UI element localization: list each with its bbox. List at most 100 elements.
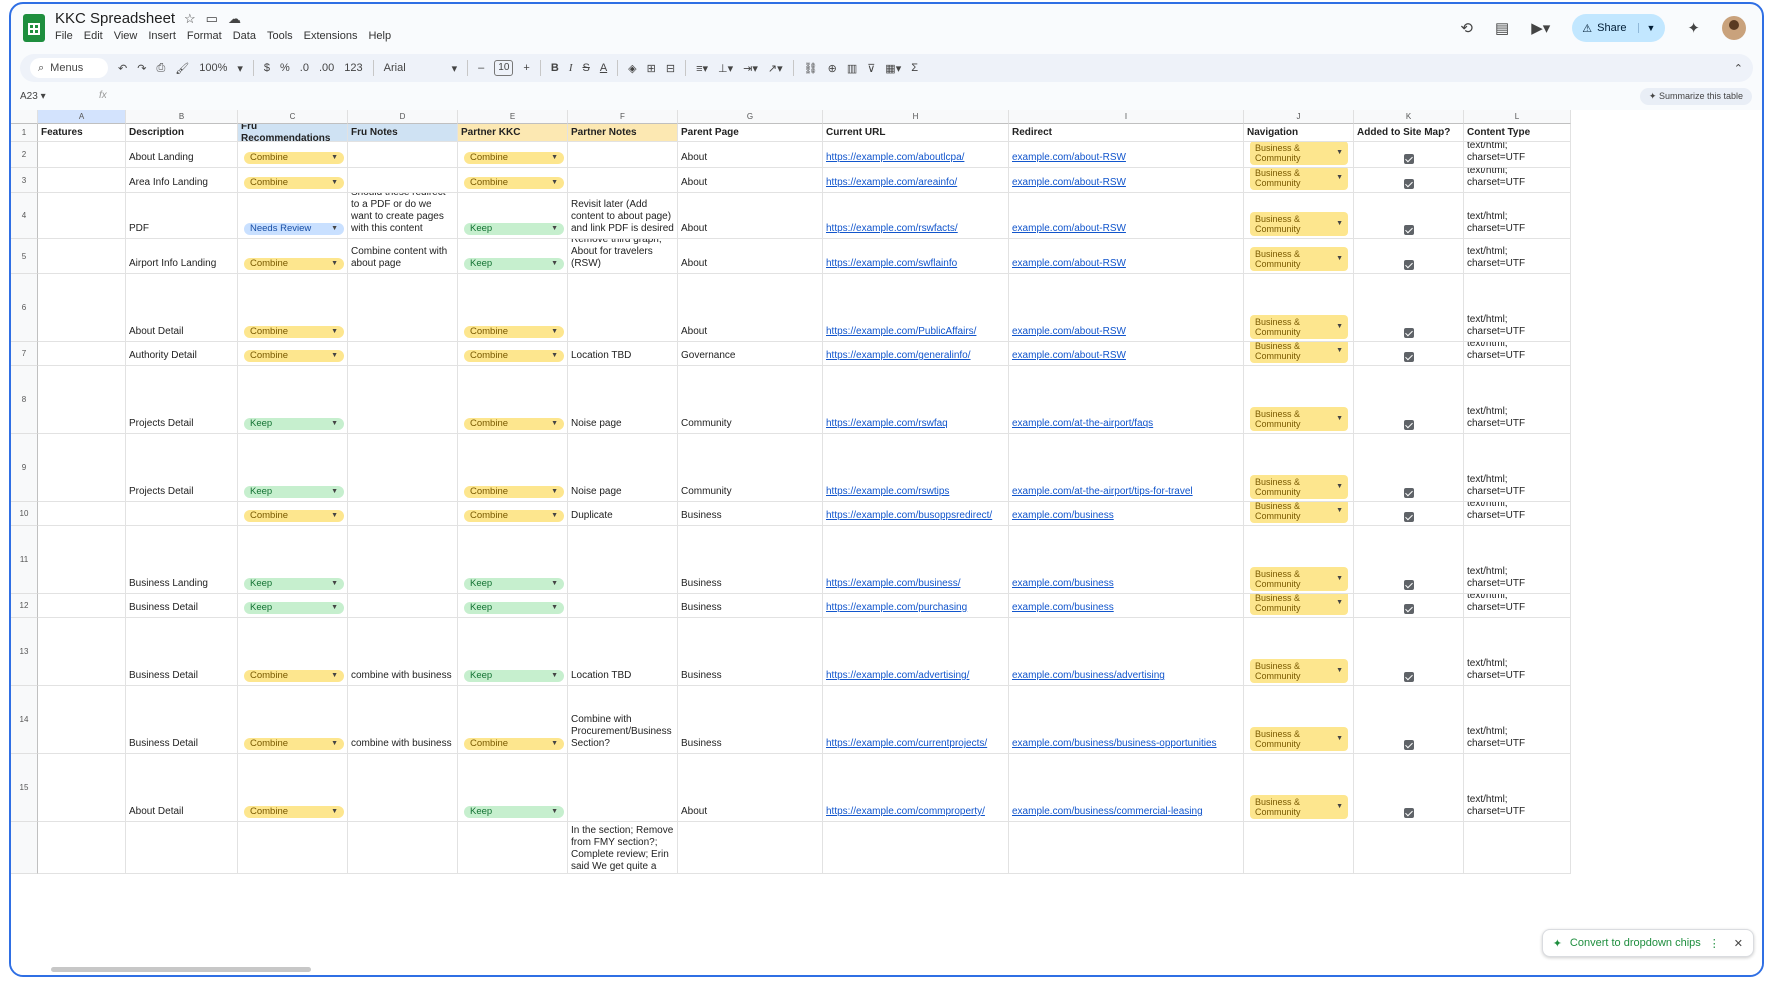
partner-kkc-chip[interactable]: Keep ▼ [464,670,564,682]
cell-b[interactable] [126,822,238,874]
navigation-chip[interactable]: Business & Community ▼ [1250,502,1348,523]
column-header-j[interactable]: J [1244,110,1354,124]
header-cell-h[interactable]: Current URL [823,124,1009,142]
current-url-link[interactable]: https://example.com/areainfo/ [826,177,957,189]
fru-recommendation-chip[interactable]: Combine ▼ [244,510,344,522]
chevron-down-icon[interactable]: ▼ [1336,482,1343,492]
cell-g[interactable]: Business [678,502,823,526]
navigation-chip[interactable]: Business & Community ▼ [1250,475,1348,499]
cell-b[interactable]: Airport Info Landing [126,239,238,274]
cell-h[interactable]: https://example.com/rswfaq [823,366,1009,434]
chevron-down-icon[interactable]: ▼ [1336,506,1343,516]
cell-k[interactable] [1354,754,1464,822]
column-header-g[interactable]: G [678,110,823,124]
cell-h[interactable]: https://example.com/currentprojects/ [823,686,1009,754]
row-header[interactable] [11,822,38,874]
cell-k[interactable] [1354,434,1464,502]
cell-k[interactable] [1354,193,1464,239]
bold-button[interactable]: B [551,62,559,74]
cell-a[interactable] [38,274,126,342]
cell-a[interactable] [38,526,126,594]
cell-g[interactable]: About [678,274,823,342]
current-url-link[interactable]: https://example.com/PublicAffairs/ [826,326,976,338]
fru-recommendation-chip[interactable]: Keep ▼ [244,578,344,590]
comment-icon[interactable]: ▤ [1495,19,1509,37]
partner-kkc-chip[interactable]: Combine ▼ [464,350,564,362]
cell-b[interactable]: Projects Detail [126,434,238,502]
cell-j[interactable]: Business & Community ▼ [1244,168,1354,193]
paint-format-icon[interactable]: 🖌 [175,62,189,75]
chevron-down-icon[interactable]: ▼ [551,326,558,338]
partner-kkc-chip[interactable]: Combine ▼ [464,152,564,164]
cloud-status-icon[interactable]: ☁ [228,11,251,26]
site-map-checkbox[interactable] [1403,154,1414,164]
fru-recommendation-chip[interactable]: Combine ▼ [244,326,344,338]
header-cell-b[interactable]: Description [126,124,238,142]
cell-k[interactable] [1354,686,1464,754]
cell-j[interactable]: Business & Community ▼ [1244,342,1354,366]
cell-f[interactable] [568,594,678,618]
cell-c[interactable]: Combine ▼ [238,686,348,754]
percent-button[interactable]: % [280,62,290,74]
cell-g[interactable] [678,822,823,874]
gemini-icon[interactable]: ✦ [1687,19,1700,37]
select-all-corner[interactable] [11,110,38,124]
cell-h[interactable]: https://example.com/business/ [823,526,1009,594]
chevron-down-icon[interactable]: ▼ [551,670,558,682]
cell-b[interactable]: Business Landing [126,526,238,594]
current-url-link[interactable]: https://example.com/business/ [826,578,961,590]
row-header[interactable]: 5 [11,239,38,274]
cell-a[interactable] [38,434,126,502]
cell-l[interactable]: text/html; charset=UTF [1464,526,1571,594]
chevron-down-icon[interactable]: ▼ [551,223,558,235]
cell-l[interactable]: text/html; charset=UTF [1464,502,1571,526]
font-select[interactable]: Arial [384,62,442,74]
redo-icon[interactable]: ↷ [137,62,146,75]
partner-kkc-chip[interactable]: Combine ▼ [464,177,564,189]
cell-a[interactable] [38,822,126,874]
navigation-chip[interactable]: Business & Community ▼ [1250,168,1348,190]
chevron-down-icon[interactable]: ▼ [551,152,558,164]
cell-l[interactable]: text/html; charset=UTF [1464,754,1571,822]
chevron-down-icon[interactable]: ▼ [331,510,338,522]
cell-c[interactable]: Combine ▼ [238,274,348,342]
cell-c[interactable]: Keep ▼ [238,366,348,434]
site-map-checkbox[interactable] [1403,604,1414,614]
header-cell-f[interactable]: Partner Notes [568,124,678,142]
chevron-down-icon[interactable]: ▼ [551,738,558,750]
close-icon[interactable]: ✕ [1734,937,1743,950]
partner-kkc-chip[interactable]: Combine ▼ [464,510,564,522]
chart-icon[interactable]: ▥ [847,62,857,75]
cell-f[interactable] [568,274,678,342]
filter-icon[interactable]: ⊽ [867,62,875,75]
cell-j[interactable] [1244,822,1354,874]
menu-file[interactable]: File [55,30,73,42]
redirect-link[interactable]: example.com/business [1012,510,1114,522]
cell-c[interactable]: Combine ▼ [238,754,348,822]
share-caret-icon[interactable]: ▼ [1637,23,1655,33]
cell-d[interactable] [348,434,458,502]
move-folder-icon[interactable]: ▭ [206,11,228,26]
fru-recommendation-chip[interactable]: Keep ▼ [244,418,344,430]
cell-c[interactable]: Combine ▼ [238,502,348,526]
cell-g[interactable]: About [678,142,823,168]
row-header[interactable]: 15 [11,754,38,822]
column-header-l[interactable]: L [1464,110,1571,124]
cell-g[interactable]: Business [678,618,823,686]
current-url-link[interactable]: https://example.com/generalinfo/ [826,350,971,362]
header-cell-d[interactable]: Fru Notes [348,124,458,142]
cell-j[interactable]: Business & Community ▼ [1244,502,1354,526]
cell-b[interactable]: PDF [126,193,238,239]
partner-kkc-chip[interactable]: Keep ▼ [464,223,564,235]
partner-kkc-chip[interactable]: Combine ▼ [464,326,564,338]
chevron-down-icon[interactable]: ▼ [1336,148,1343,158]
chevron-down-icon[interactable]: ▼ [331,670,338,682]
fru-recommendation-chip[interactable]: Combine ▼ [244,258,344,270]
fru-recommendation-chip[interactable]: Keep ▼ [244,602,344,614]
more-options-icon[interactable]: ⋮ [1709,937,1720,950]
partner-kkc-chip[interactable]: Keep ▼ [464,258,564,270]
font-size-decrease-button[interactable]: – [478,62,484,74]
menu-extensions[interactable]: Extensions [304,30,358,42]
redirect-link[interactable]: example.com/business/business-opportunit… [1012,738,1217,750]
site-map-checkbox[interactable] [1403,328,1414,338]
